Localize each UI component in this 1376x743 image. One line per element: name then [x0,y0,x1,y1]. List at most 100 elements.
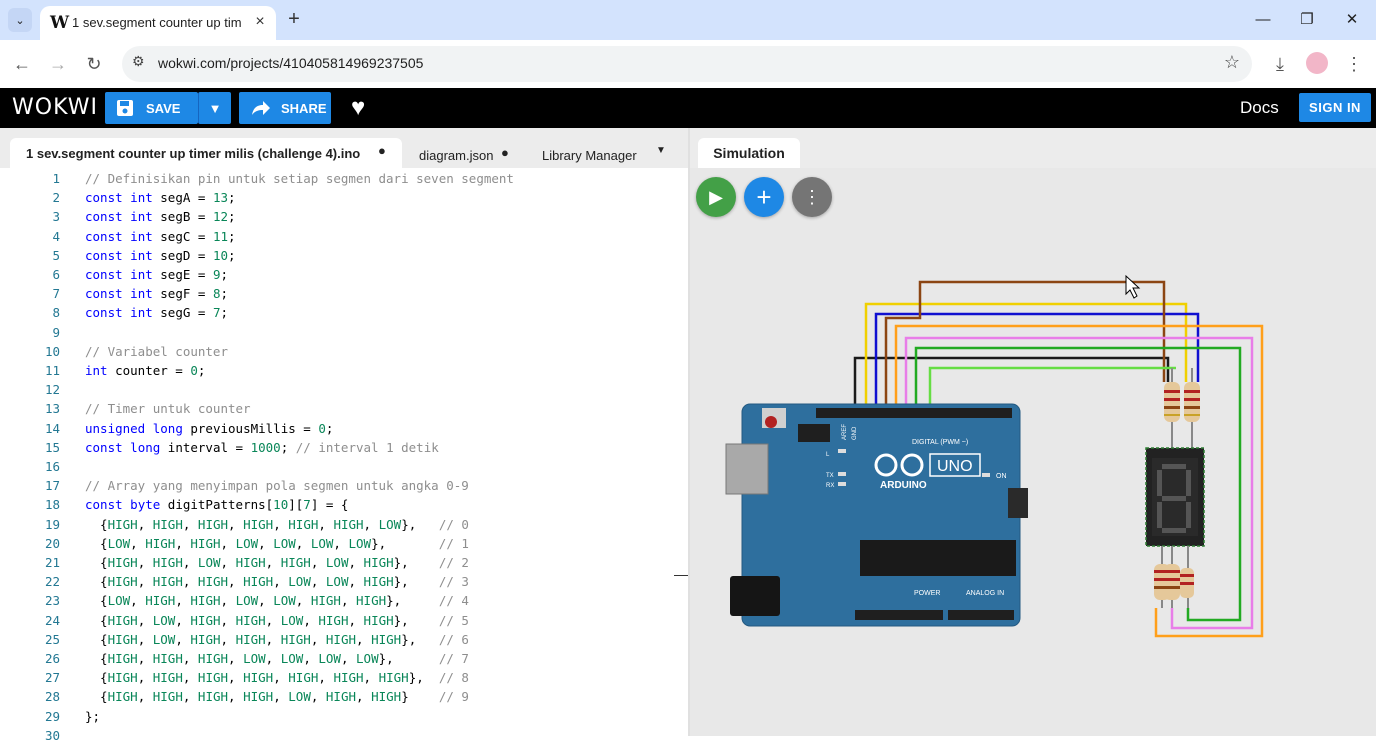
tab-title: 1 sev.segment counter up timer [72,15,242,30]
resistor-bottom-right[interactable] [1180,546,1194,608]
line-number: 9 [52,324,60,340]
line-number: 5 [52,247,60,263]
tab-diagram-json[interactable]: diagram.json [419,148,493,163]
line-number: 10 [44,343,60,359]
reset-button-cap [765,416,777,428]
circuit-diagram: ARDUINO UNO DIGITAL (PWM ~) POWER ANALOG… [725,274,1264,638]
save-button[interactable]: SAVE [105,92,198,124]
simulation-canvas[interactable]: ▶ + ⋮ ARDUINO UNO DIGITAL (PWM ~) POWER … [690,168,1376,736]
download-icon[interactable]: ⤓ [1268,52,1292,76]
share-button[interactable]: SHARE [239,92,331,124]
heart-icon[interactable]: ♥ [351,94,365,122]
scroll-marker [674,575,688,576]
line-number: 11 [44,363,60,378]
bookmark-star-icon[interactable]: ☆ [1224,52,1240,73]
wire[interactable] [853,356,1170,404]
led-l [838,449,846,453]
tabs-dropdown-icon[interactable]: ▼ [656,145,666,156]
resistor-bottom-mid[interactable] [1164,546,1180,608]
restore-icon[interactable]: ❐ [1292,8,1322,32]
line-number: 12 [44,382,60,398]
browser-toolbar: ← → ↻ ⚙ wokwi.com/projects/4104058149692… [0,40,1376,88]
menu-kebab-icon[interactable]: ⋮ [1342,52,1366,76]
share-label: SHARE [281,100,327,116]
line-number: 24 [44,612,60,628]
site-info-icon[interactable]: ⚙ [132,53,145,70]
tx-label: TX [826,473,834,479]
tab-simulation[interactable]: Simulation [698,138,800,168]
line-number: 29 [44,708,60,724]
code-line: // Variabel counter [85,343,228,359]
code-line: {LOW, HIGH, HIGH, LOW, LOW, LOW, LOW}, /… [85,535,469,551]
tab-search-button[interactable]: ⌄ [8,8,32,32]
hand-cursor-icon [1125,274,1141,299]
line-number: 27 [44,670,60,686]
code-line: {HIGH, HIGH, HIGH, HIGH, HIGH, HIGH, HIG… [85,670,469,686]
close-window-icon[interactable]: ✕ [1337,8,1367,32]
sign-in-button[interactable]: SIGN IN [1299,93,1371,122]
save-dropdown-button[interactable]: ▼ [198,92,231,124]
code-line: {HIGH, HIGH, HIGH, LOW, LOW, LOW, LOW}, … [85,651,469,666]
led-on [982,473,990,477]
line-number: 17 [44,478,60,494]
code-line: const int segC = 11; [85,228,236,244]
board-model-text: UNO [937,458,973,475]
icsp-header [798,424,830,442]
arduino-uno-board[interactable]: ARDUINO UNO DIGITAL (PWM ~) POWER ANALOG… [725,403,1028,627]
code-line: {HIGH, HIGH, HIGH, HIGH, LOW, HIGH, HIGH… [85,689,469,705]
analog-header [948,610,1014,620]
back-icon[interactable]: ← [10,52,34,76]
resistor-top-left[interactable] [1164,368,1180,452]
forward-icon[interactable]: → [46,52,70,76]
code-line: const long interval = 1000; // interval … [85,439,439,455]
url-text[interactable]: wokwi.com/projects/410405814969237505 [158,55,423,71]
save-label: SAVE [146,100,181,116]
gnd-label: GND [852,426,858,440]
code-line: {HIGH, LOW, HIGH, HIGH, LOW, HIGH, HIGH}… [85,612,469,628]
code-line: }; [85,708,101,724]
code-editor[interactable]: 1 // Definisikan pin untuk setiap segmen … [0,168,688,743]
wokwi-favicon-icon: W [50,13,70,33]
editor-tab-bar: 1 sev.segment counter up timer milis (ch… [0,128,688,168]
browser-tab[interactable]: W 1 sev.segment counter up timer × [40,6,276,40]
docs-link[interactable]: Docs [1240,98,1279,118]
code-line: int counter = 0; [85,363,206,378]
code-line: const int segE = 9; [85,267,229,282]
minimize-icon[interactable]: — [1248,8,1278,32]
new-tab-button[interactable]: + [283,8,305,30]
tab-close-icon[interactable]: × [251,13,269,31]
profile-avatar[interactable] [1306,52,1328,74]
reload-icon[interactable]: ↻ [82,52,106,76]
led-tx [838,472,846,476]
power-jack [730,576,780,616]
power-label: POWER [914,590,940,597]
line-number: 18 [44,497,60,513]
tab-library-manager[interactable]: Library Manager [542,148,637,163]
line-number: 28 [44,689,60,705]
code-line: const int segD = 10; [85,247,236,263]
led-rx [838,482,846,486]
power-header [855,610,943,620]
wokwi-header: WOKWI SAVE ▼ SHARE ♥ Docs SIGN IN [0,88,1376,128]
line-number: 16 [44,459,60,474]
line-number: 8 [52,305,60,321]
line-number: 20 [44,535,60,551]
line-number: 1 [52,171,60,186]
code-line: {HIGH, HIGH, LOW, HIGH, HIGH, LOW, HIGH}… [85,555,469,570]
browser-tab-strip: ⌄ W 1 sev.segment counter up timer × + —… [0,0,1376,40]
code-line: // Timer untuk counter [85,401,251,417]
line-number: 2 [52,190,60,206]
address-bar[interactable]: ⚙ wokwi.com/projects/410405814969237505 … [122,46,1252,82]
code-line: {HIGH, LOW, HIGH, HIGH, HIGH, HIGH, HIGH… [85,631,469,647]
wokwi-logo[interactable]: WOKWI [12,95,98,120]
line-number: 25 [44,631,60,647]
wire[interactable] [884,280,1166,404]
line-number: 4 [52,228,60,244]
seven-segment-display[interactable] [1145,447,1205,547]
line-number: 7 [52,286,60,302]
on-label: ON [996,473,1007,480]
digital-header [816,408,1012,418]
simulation-tab-bar: Simulation [690,128,1376,168]
line-number: 14 [44,420,60,436]
tab-sketch-file[interactable]: 1 sev.segment counter up timer milis (ch… [10,138,402,168]
